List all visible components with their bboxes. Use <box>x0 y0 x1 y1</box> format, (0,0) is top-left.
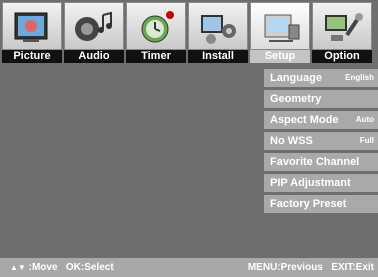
menu-item-label: Aspect Mode <box>270 114 339 126</box>
tab-picture[interactable]: Picture <box>2 0 62 64</box>
setup-menu: Language English Geometry Aspect Mode Au… <box>264 69 378 216</box>
menu-item-language[interactable]: Language English <box>264 69 378 87</box>
tab-label: Install <box>188 50 248 63</box>
help-move: :Move <box>28 262 58 273</box>
help-left: ▲▼ :Move OK:Select <box>10 258 114 277</box>
menu-item-label: Favorite Channel <box>270 156 360 168</box>
tab-timer[interactable]: Timer <box>126 0 186 64</box>
install-icon <box>188 2 248 50</box>
menu-item-label: No WSS <box>270 135 313 147</box>
timer-icon <box>126 2 186 50</box>
help-exit: EXIT:Exit <box>331 262 374 273</box>
menu-item-value: Auto <box>355 115 374 124</box>
help-bar: ▲▼ :Move OK:Select MENU:Previous EXIT:Ex… <box>0 258 378 277</box>
menu-item-no-wss[interactable]: No WSS Full <box>264 132 378 150</box>
menu-item-factory-preset[interactable]: Factory Preset <box>264 195 378 213</box>
tab-setup[interactable]: Setup <box>250 0 310 64</box>
tab-label: Picture <box>2 50 62 63</box>
menu-item-pip-adjustment[interactable]: PIP Adjustmant <box>264 174 378 192</box>
help-select: OK:Select <box>65 262 114 273</box>
tab-install[interactable]: Install <box>188 0 248 64</box>
menu-item-geometry[interactable]: Geometry <box>264 90 378 108</box>
up-down-arrows-icon: ▲▼ <box>10 263 26 272</box>
menu-item-aspect-mode[interactable]: Aspect Mode Auto <box>264 111 378 129</box>
tab-label: Audio <box>64 50 124 63</box>
audio-icon <box>64 2 124 50</box>
tab-label: Timer <box>126 50 186 63</box>
menu-item-favorite-channel[interactable]: Favorite Channel <box>264 153 378 171</box>
option-icon <box>312 2 372 50</box>
picture-icon <box>2 2 62 50</box>
tab-option[interactable]: Option <box>312 0 372 64</box>
menu-tabs: Picture Audio Timer Install Setup Option <box>2 0 376 64</box>
tab-label: Setup <box>250 50 310 63</box>
menu-item-label: Language <box>270 72 322 84</box>
menu-item-label: Geometry <box>270 93 322 105</box>
menu-item-value: English <box>345 73 374 82</box>
menu-item-label: Factory Preset <box>270 198 347 210</box>
tab-audio[interactable]: Audio <box>64 0 124 64</box>
tab-label: Option <box>312 50 372 63</box>
setup-icon <box>250 2 310 50</box>
help-previous: MENU:Previous <box>247 262 323 273</box>
tv-osd-screen: Picture Audio Timer Install Setup Option… <box>0 0 378 277</box>
menu-item-value: Full <box>359 136 374 145</box>
menu-item-label: PIP Adjustmant <box>270 177 351 189</box>
help-right: MENU:Previous EXIT:Exit <box>248 258 374 277</box>
